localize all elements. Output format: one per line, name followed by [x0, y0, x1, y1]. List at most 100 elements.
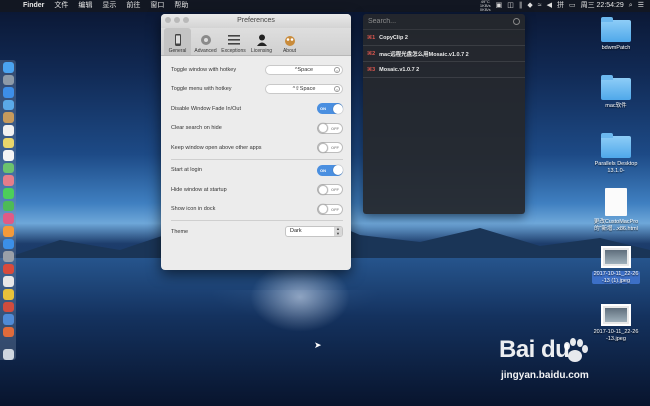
- tab-licensing[interactable]: Licensing: [248, 28, 275, 55]
- dock-appstore-icon[interactable]: [2, 238, 14, 250]
- paw-icon: [564, 338, 588, 362]
- menu-app-finder[interactable]: Finder: [18, 0, 49, 12]
- toggle-state: ON: [320, 167, 326, 173]
- menu-help[interactable]: 帮助: [169, 0, 193, 12]
- volume-icon[interactable]: ◀: [547, 0, 552, 12]
- setting-row-keep-window: Keep window open above other apps OFF: [171, 138, 343, 158]
- general-settings: Toggle window with hotkey ^Space × Toggl…: [161, 56, 351, 242]
- dock-app-icon[interactable]: [2, 263, 14, 275]
- menu-file[interactable]: 文件: [49, 0, 73, 12]
- dock-safari-icon[interactable]: [2, 87, 14, 98]
- dock-itunes-icon[interactable]: [2, 213, 14, 224]
- system-stats[interactable]: 49°C 1KB/s 0KB/s: [480, 0, 491, 12]
- dock-mail-icon[interactable]: [2, 99, 14, 111]
- desktop-icon-label: Parallels Desktop 13.1.0-: [594, 161, 638, 174]
- desktop-icon-screenshot-1[interactable]: 2017-10-11_22-26 -13 (1).jpeg: [586, 246, 646, 284]
- tab-general[interactable]: General: [164, 28, 191, 55]
- zoom-button[interactable]: [183, 17, 189, 23]
- desktop-icon-parallels[interactable]: Parallels Desktop 13.1.0-: [586, 133, 646, 174]
- clear-hotkey-icon[interactable]: ×: [334, 86, 340, 93]
- tab-about[interactable]: About: [276, 28, 303, 55]
- close-button[interactable]: [165, 17, 171, 23]
- setting-row-start-login: Start at login ON: [171, 161, 343, 181]
- menu-window[interactable]: 窗口: [145, 0, 169, 12]
- hotkey-value: ^⇧Space: [292, 86, 316, 93]
- setting-row-disable-fade: Disable Window Fade In/Out ON: [171, 99, 343, 119]
- toggle-menu-hotkey-field[interactable]: ^⇧Space ×: [265, 84, 343, 95]
- window-title: Preferences: [237, 17, 275, 24]
- dock-trash-icon[interactable]: [2, 349, 14, 361]
- wifi-icon[interactable]: ≈: [538, 0, 542, 12]
- dock-notes-icon[interactable]: [2, 137, 14, 149]
- disable-fade-toggle[interactable]: ON: [317, 103, 343, 115]
- dock-calendar-icon[interactable]: [2, 125, 14, 136]
- minimize-button[interactable]: [174, 17, 180, 23]
- dock-ibooks-icon[interactable]: [2, 225, 14, 237]
- setting-row-toggle-menu: Toggle menu with hotkey ^⇧Space ×: [171, 80, 343, 100]
- spotlight-search-icon[interactable]: ⌕: [629, 0, 633, 12]
- dock-messages-icon[interactable]: [2, 188, 14, 199]
- toggle-knob: [332, 103, 343, 114]
- folder-icon: [601, 133, 631, 158]
- settings-icon[interactable]: [513, 18, 520, 25]
- toggle-knob: [332, 165, 343, 176]
- input-method-icon[interactable]: 拼: [557, 0, 564, 12]
- preferences-window: Preferences General Advanced Exceptions …: [161, 14, 351, 270]
- dock-app-icon[interactable]: [2, 326, 14, 338]
- notification-center-icon[interactable]: ☰: [638, 0, 644, 12]
- clear-hotkey-icon[interactable]: ×: [334, 66, 340, 73]
- toggle-state: OFF: [331, 125, 339, 131]
- toggle-window-hotkey-field[interactable]: ^Space ×: [265, 64, 343, 75]
- image-thumbnail-icon: [601, 304, 631, 326]
- clipboard-item[interactable]: ⌘3 Mosaic.v1.0.7 2: [363, 62, 525, 78]
- divider: [171, 220, 343, 221]
- dock-launchpad-icon[interactable]: [2, 74, 14, 86]
- dock-contacts-icon[interactable]: [2, 112, 14, 124]
- drive-icon[interactable]: ◫: [507, 0, 514, 12]
- hide-startup-toggle[interactable]: OFF: [317, 184, 343, 196]
- tab-advanced[interactable]: Advanced: [192, 28, 219, 55]
- start-login-toggle[interactable]: ON: [317, 164, 343, 176]
- menu-view[interactable]: 显示: [97, 0, 121, 12]
- clear-search-toggle[interactable]: OFF: [317, 122, 343, 134]
- phone-icon: [174, 34, 181, 46]
- parallels-icon[interactable]: ∥: [519, 0, 523, 12]
- clipboard-menu-icon[interactable]: ▣: [496, 0, 503, 12]
- dock-app-icon[interactable]: [2, 301, 14, 313]
- dock-photos-icon[interactable]: [2, 175, 14, 187]
- dock-reminders-icon[interactable]: [2, 150, 14, 161]
- clipboard-search-bar: [363, 14, 525, 30]
- tab-label: General: [168, 48, 187, 54]
- toggle-knob: [318, 142, 328, 153]
- tab-exceptions[interactable]: Exceptions: [220, 28, 247, 55]
- dock-facetime-icon[interactable]: [2, 200, 14, 212]
- setting-label: Keep window open above other apps: [171, 144, 262, 151]
- setting-label: Disable Window Fade In/Out: [171, 105, 242, 112]
- setting-label: Toggle menu with hotkey: [171, 86, 232, 93]
- clipboard-item[interactable]: ⌘1 CopyClip 2: [363, 30, 525, 46]
- keep-window-toggle[interactable]: OFF: [317, 142, 343, 154]
- setting-label: Theme: [171, 228, 189, 235]
- window-titlebar[interactable]: Preferences: [161, 14, 351, 28]
- clipboard-item[interactable]: ⌘2 mac远程光盘怎么用Mosaic.v1.0.7 2: [363, 46, 525, 62]
- battery-icon[interactable]: ▭: [569, 0, 576, 12]
- theme-value: Dark: [290, 228, 302, 235]
- dock-maps-icon[interactable]: [2, 162, 14, 174]
- desktop-icon-bdwmpatch[interactable]: bdwmPatch: [586, 17, 646, 52]
- menubar-clock[interactable]: 周三 22:54:29: [581, 0, 624, 12]
- dropbox-icon[interactable]: ◆: [527, 0, 532, 12]
- menu-go[interactable]: 前往: [121, 0, 145, 12]
- dock: [0, 60, 16, 361]
- desktop-icon-mac-software[interactable]: mac软件: [586, 75, 646, 110]
- dock-chrome-icon[interactable]: [2, 288, 14, 300]
- show-dock-toggle[interactable]: OFF: [317, 203, 343, 215]
- dock-app-icon[interactable]: [2, 276, 14, 287]
- clipboard-search-input[interactable]: [368, 18, 513, 25]
- theme-select[interactable]: Dark ▲ ▼: [285, 226, 343, 238]
- setting-row-hide-startup: Hide window at startup OFF: [171, 180, 343, 200]
- dock-finder-icon[interactable]: [2, 62, 14, 73]
- dock-preferences-icon[interactable]: [2, 251, 14, 262]
- dock-app-icon[interactable]: [2, 314, 14, 325]
- desktop-icon-html-file[interactable]: 更改CustoMacPro 的"新增...x86.html: [586, 188, 646, 232]
- menu-edit[interactable]: 编辑: [73, 0, 97, 12]
